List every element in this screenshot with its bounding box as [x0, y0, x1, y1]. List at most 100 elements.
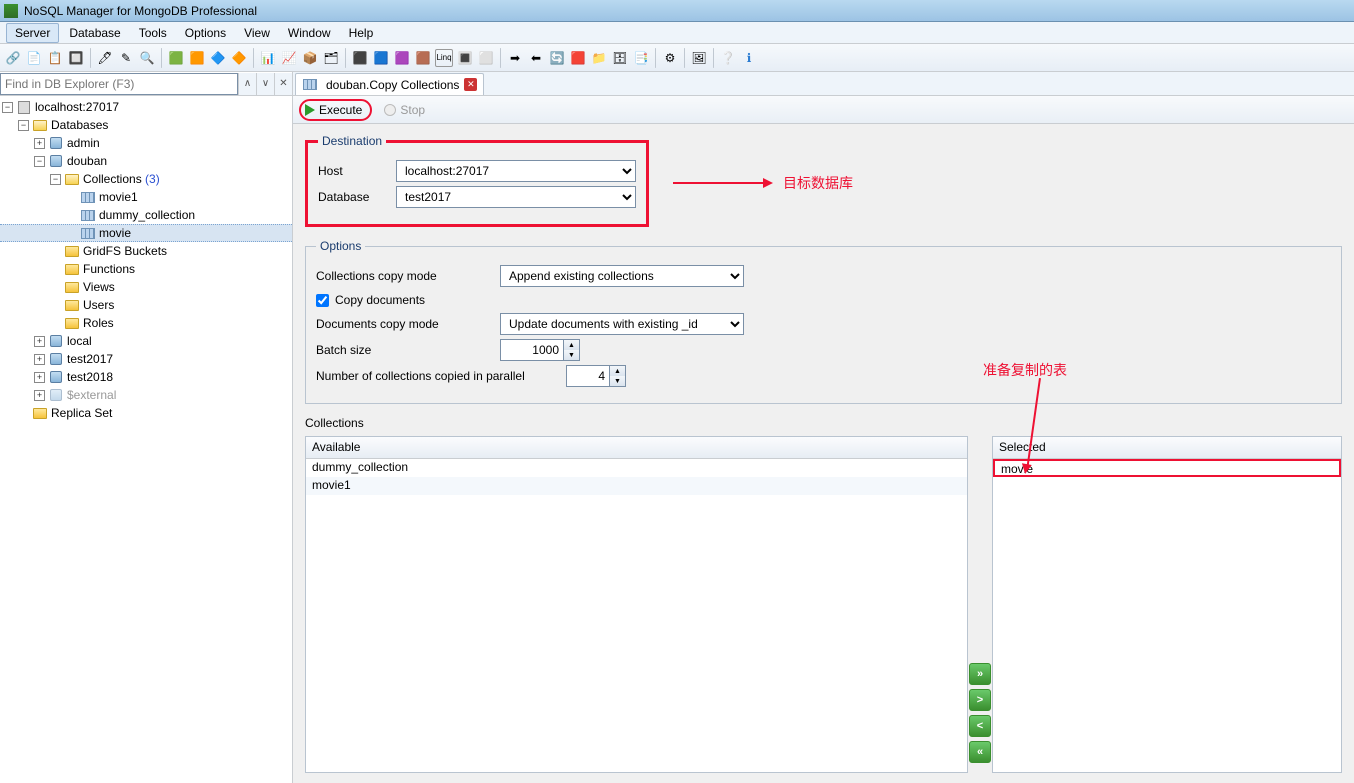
- list-item[interactable]: dummy_collection: [306, 459, 967, 477]
- find-close-btn[interactable]: ✕: [274, 73, 292, 95]
- tree-db-admin[interactable]: + admin: [0, 134, 292, 152]
- toolbar-btn[interactable]: 🗂: [322, 49, 340, 67]
- batch-size-label: Batch size: [316, 343, 490, 357]
- toolbar-btn[interactable]: ⚙: [661, 49, 679, 67]
- toolbar-btn[interactable]: 🔗: [4, 49, 22, 67]
- expand-icon[interactable]: −: [18, 120, 29, 131]
- toolbar-btn[interactable]: 🟥: [569, 49, 587, 67]
- menu-options[interactable]: Options: [177, 24, 234, 42]
- toolbar-btn[interactable]: ⬅: [527, 49, 545, 67]
- find-expand-btn[interactable]: ∨: [256, 73, 274, 95]
- available-list[interactable]: dummy_collection movie1: [306, 459, 967, 772]
- tree-db-douban[interactable]: − douban: [0, 152, 292, 170]
- copy-mode-select[interactable]: Append existing collections: [500, 265, 744, 287]
- toolbar-btn[interactable]: Linq: [435, 49, 453, 67]
- selected-header: Selected: [993, 437, 1341, 459]
- expand-icon[interactable]: −: [50, 174, 61, 185]
- toolbar-sep: [713, 48, 714, 68]
- tab-close-icon[interactable]: ✕: [464, 78, 477, 91]
- menu-server[interactable]: Server: [6, 23, 59, 43]
- menu-database[interactable]: Database: [61, 24, 128, 42]
- toolbar-btn[interactable]: 🟫: [414, 49, 432, 67]
- docs-mode-select[interactable]: Update documents with existing _id: [500, 313, 744, 335]
- expand-icon[interactable]: +: [34, 354, 45, 365]
- tree-collection-item-movie[interactable]: movie: [0, 224, 292, 242]
- toolbar-btn[interactable]: 🔍: [138, 49, 156, 67]
- find-collapse-btn[interactable]: ∧: [238, 73, 256, 95]
- batch-spinner[interactable]: ▲▼: [564, 339, 580, 361]
- tree-collection-item[interactable]: dummy_collection: [0, 206, 292, 224]
- tab-strip: douban.Copy Collections ✕: [293, 72, 1354, 96]
- tree-functions[interactable]: Functions: [0, 260, 292, 278]
- tree-db-test2018[interactable]: + test2018: [0, 368, 292, 386]
- toolbar-btn[interactable]: 📁: [590, 49, 608, 67]
- tree-views[interactable]: Views: [0, 278, 292, 296]
- toolbar-btn[interactable]: 📈: [280, 49, 298, 67]
- toolbar-btn[interactable]: 🟦: [372, 49, 390, 67]
- tree-users[interactable]: Users: [0, 296, 292, 314]
- tree-databases[interactable]: − Databases: [0, 116, 292, 134]
- move-all-right-button[interactable]: »: [969, 663, 991, 685]
- tree-replica-set[interactable]: Replica Set: [0, 404, 292, 422]
- toolbar-btn[interactable]: 📋: [46, 49, 64, 67]
- tree-db-test2017[interactable]: + test2017: [0, 350, 292, 368]
- toolbar-btn[interactable]: 🟪: [393, 49, 411, 67]
- host-select[interactable]: localhost:27017: [396, 160, 636, 182]
- toolbar-btn[interactable]: 📊: [259, 49, 277, 67]
- toolbar-btn[interactable]: 📦: [301, 49, 319, 67]
- expand-icon[interactable]: −: [34, 156, 45, 167]
- tree-collections[interactable]: − Collections (3): [0, 170, 292, 188]
- toolbar-btn[interactable]: ⬜: [477, 49, 495, 67]
- selected-list-panel: Selected movie: [992, 436, 1342, 773]
- toolbar-btn[interactable]: 🖼: [690, 49, 708, 67]
- toolbar-btn[interactable]: 🔳: [456, 49, 474, 67]
- toolbar-btn[interactable]: ➡: [506, 49, 524, 67]
- menu-help[interactable]: Help: [341, 24, 382, 42]
- list-item-selected[interactable]: movie: [993, 459, 1341, 477]
- toolbar-btn[interactable]: 🖊: [96, 49, 114, 67]
- toolbar-btn[interactable]: ⬛: [351, 49, 369, 67]
- expand-icon[interactable]: +: [34, 336, 45, 347]
- docs-mode-label: Documents copy mode: [316, 317, 490, 331]
- selected-list[interactable]: movie: [993, 459, 1341, 772]
- move-right-button[interactable]: >: [969, 689, 991, 711]
- expand-icon[interactable]: +: [34, 372, 45, 383]
- toolbar-btn[interactable]: 🔲: [67, 49, 85, 67]
- copy-documents-checkbox[interactable]: [316, 294, 329, 307]
- toolbar-btn[interactable]: 🟩: [167, 49, 185, 67]
- parallel-input[interactable]: [566, 365, 610, 387]
- tab-copy-collections[interactable]: douban.Copy Collections ✕: [295, 73, 484, 95]
- move-all-left-button[interactable]: «: [969, 741, 991, 763]
- expand-icon[interactable]: −: [2, 102, 13, 113]
- toolbar-btn[interactable]: 🗄: [611, 49, 629, 67]
- toolbar-btn[interactable]: 🔷: [209, 49, 227, 67]
- window-title: NoSQL Manager for MongoDB Professional: [24, 4, 257, 18]
- tree-roles[interactable]: Roles: [0, 314, 292, 332]
- execute-button[interactable]: Execute: [299, 99, 372, 121]
- options-fieldset: Options Collections copy mode Append exi…: [305, 239, 1342, 404]
- tree-collection-item[interactable]: movie1: [0, 188, 292, 206]
- toolbar-btn[interactable]: 🔄: [548, 49, 566, 67]
- toolbar-btn[interactable]: ✎: [117, 49, 135, 67]
- move-left-button[interactable]: <: [969, 715, 991, 737]
- menu-view[interactable]: View: [236, 24, 278, 42]
- toolbar-btn[interactable]: 🔶: [230, 49, 248, 67]
- help-icon[interactable]: ❔: [719, 49, 737, 67]
- info-icon[interactable]: ℹ: [740, 49, 758, 67]
- tree-server[interactable]: − localhost:27017: [0, 98, 292, 116]
- parallel-spinner[interactable]: ▲▼: [610, 365, 626, 387]
- explorer-search-input[interactable]: [0, 73, 238, 95]
- toolbar-btn[interactable]: 🟧: [188, 49, 206, 67]
- toolbar-btn[interactable]: 📄: [25, 49, 43, 67]
- toolbar-btn[interactable]: 📑: [632, 49, 650, 67]
- tree-db-external[interactable]: + $external: [0, 386, 292, 404]
- expand-icon[interactable]: +: [34, 390, 45, 401]
- list-item[interactable]: movie1: [306, 477, 967, 495]
- expand-icon[interactable]: +: [34, 138, 45, 149]
- database-select[interactable]: test2017: [396, 186, 636, 208]
- tree-db-local[interactable]: + local: [0, 332, 292, 350]
- menu-window[interactable]: Window: [280, 24, 339, 42]
- tree-gridfs[interactable]: GridFS Buckets: [0, 242, 292, 260]
- batch-size-input[interactable]: [500, 339, 564, 361]
- menu-tools[interactable]: Tools: [131, 24, 175, 42]
